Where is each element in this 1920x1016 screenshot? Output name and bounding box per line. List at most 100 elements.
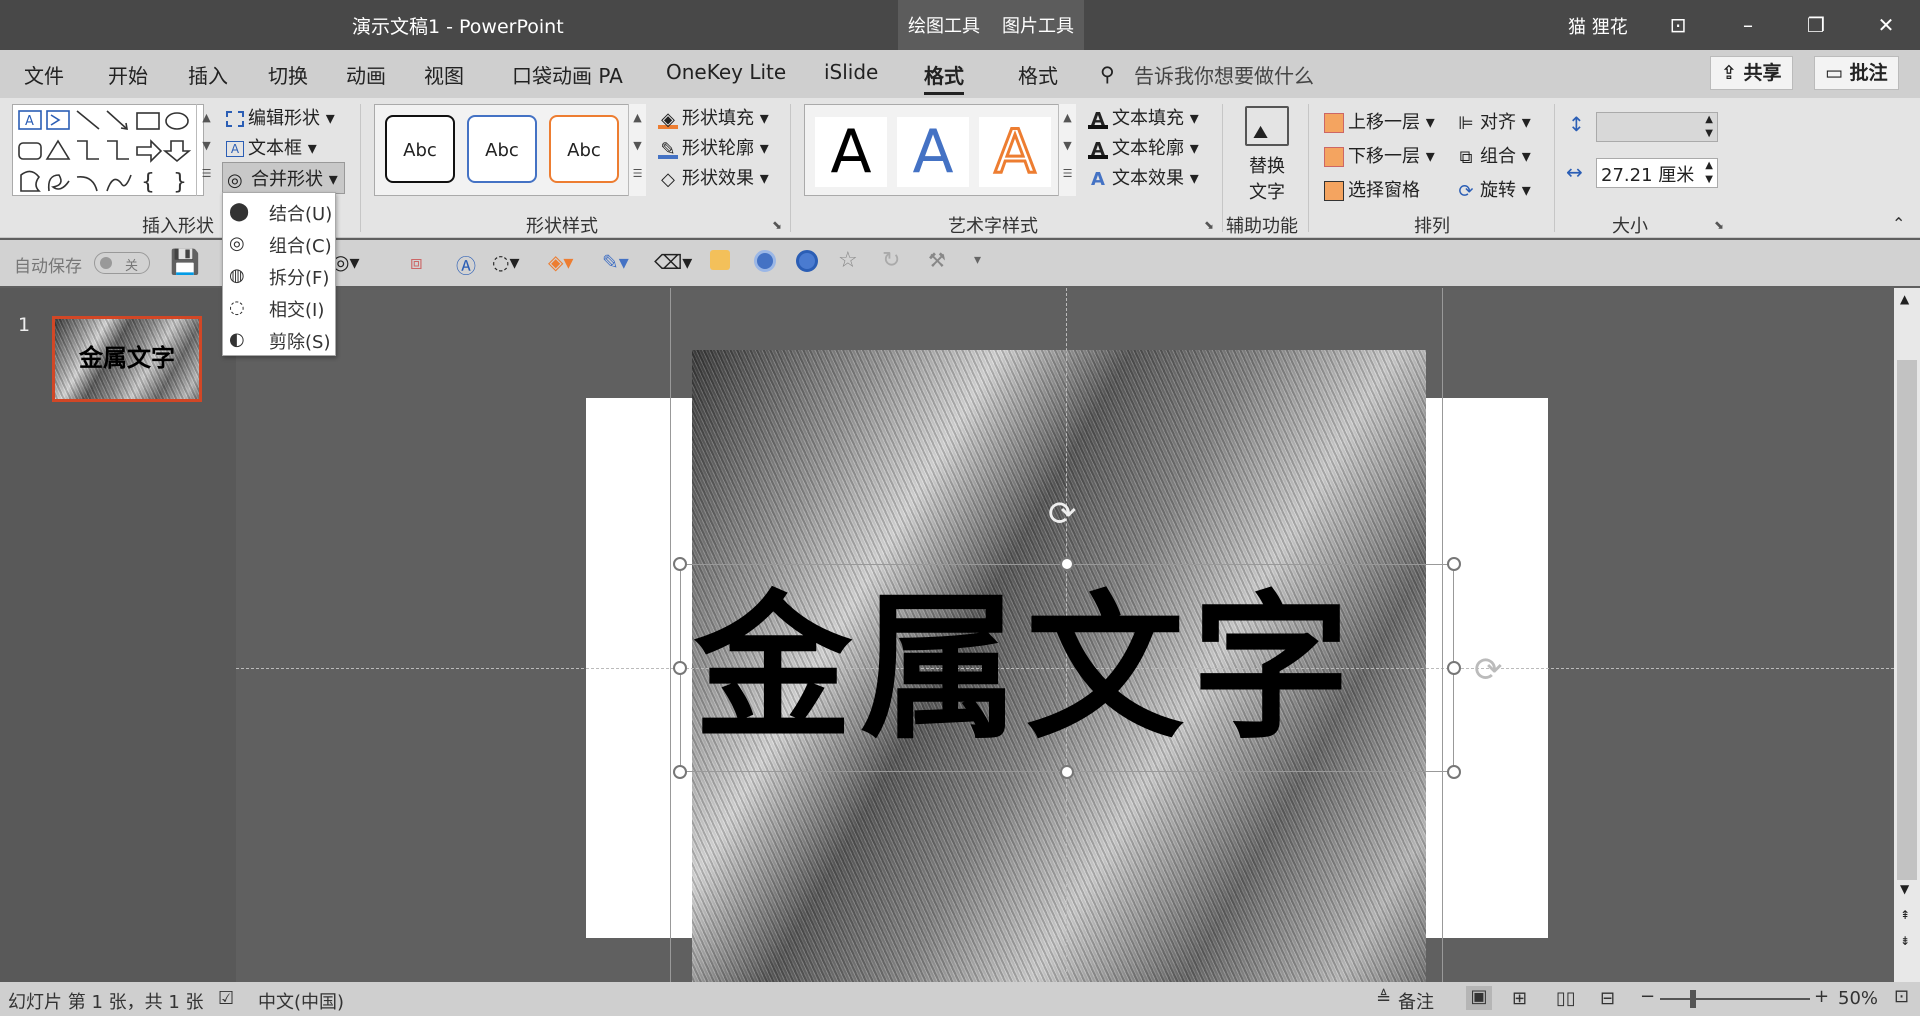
- reading-view-icon[interactable]: ▯▯: [1556, 988, 1576, 1009]
- width-field[interactable]: 27.21 厘米 ▲ ▼: [1596, 158, 1718, 188]
- menu-item-subtract[interactable]: ◐ 剪除(S): [223, 323, 335, 355]
- scroll-up-icon[interactable]: ▲: [1900, 292, 1909, 306]
- language-indicator[interactable]: 中文(中国): [258, 988, 344, 1014]
- rotate-button[interactable]: ⟳ 旋转 ▾: [1456, 176, 1530, 202]
- previous-slide-icon[interactable]: ⇞: [1900, 908, 1910, 922]
- next-slide-icon[interactable]: ⇟: [1900, 934, 1910, 948]
- outline-qat-icon[interactable]: ✎▾: [602, 250, 629, 274]
- size-launcher-icon[interactable]: ⬊: [1714, 218, 1724, 232]
- zoom-out-icon[interactable]: −: [1640, 986, 1655, 1007]
- shape-qat-icon[interactable]: ◌▾: [492, 250, 520, 274]
- menu-item-union[interactable]: ⬤ 结合(U): [223, 195, 335, 227]
- edit-shape-button[interactable]: 编辑形状 ▾: [226, 104, 335, 130]
- resize-handle[interactable]: [1447, 661, 1461, 675]
- width-spinner[interactable]: ▲ ▼: [1705, 159, 1713, 187]
- tab-onekey-lite[interactable]: OneKey Lite: [666, 60, 786, 84]
- minimize-icon[interactable]: –: [1728, 8, 1768, 42]
- search-icon[interactable]: ⚲: [1100, 62, 1115, 86]
- textbox-qat-icon[interactable]: Ⓐ: [456, 250, 476, 279]
- slide-sorter-icon[interactable]: ⊞: [1512, 988, 1527, 1009]
- color-swatch-icon[interactable]: [710, 250, 730, 270]
- tab-format-drawing[interactable]: 格式: [924, 60, 964, 95]
- fill-qat-icon[interactable]: ◈▾: [548, 250, 573, 274]
- ribbon-display-options-icon[interactable]: ⊡: [1658, 8, 1698, 42]
- height-spinner[interactable]: ▲ ▼: [1705, 113, 1713, 141]
- shape-styles-gallery[interactable]: Abc Abc Abc: [374, 104, 636, 196]
- slide-thumbnail[interactable]: 金属文字: [52, 316, 202, 402]
- align-button[interactable]: ⊫ 对齐 ▾: [1456, 108, 1531, 134]
- collapse-ribbon-icon[interactable]: ⌃: [1892, 214, 1905, 233]
- zoom-slider[interactable]: [1660, 998, 1810, 1000]
- format-painter-icon[interactable]: ⚒: [928, 248, 946, 272]
- tab-animations[interactable]: 动画: [346, 60, 386, 89]
- user-name[interactable]: 猫 狸花: [1568, 13, 1628, 39]
- alt-text-button[interactable]: ⛰ 替换 文字: [1238, 106, 1296, 206]
- scroll-thumb[interactable]: [1897, 360, 1917, 880]
- resize-handle[interactable]: [673, 557, 687, 571]
- shape-style-black[interactable]: Abc: [385, 115, 455, 183]
- send-backward-button[interactable]: 下移一层 ▾: [1324, 142, 1435, 168]
- share-button[interactable]: ⇪ 共享: [1710, 56, 1793, 90]
- comment-button[interactable]: ▭ 批注: [1814, 56, 1899, 90]
- star-icon[interactable]: ☆: [838, 248, 858, 273]
- scroll-down-icon[interactable]: ▼: [1900, 882, 1909, 896]
- tab-home[interactable]: 开始: [108, 60, 148, 89]
- menu-item-combine[interactable]: ◎ 组合(C): [223, 227, 335, 259]
- shape-style-blue[interactable]: Abc: [467, 115, 537, 183]
- zoom-slider-thumb[interactable]: [1690, 990, 1696, 1008]
- resize-handle[interactable]: [673, 765, 687, 779]
- save-icon[interactable]: 💾: [170, 248, 200, 276]
- tell-me-search[interactable]: 告诉我你想要做什么: [1134, 60, 1314, 89]
- wordart-style-orange-outline[interactable]: A: [979, 116, 1051, 189]
- group-button[interactable]: ⧉ 组合 ▾: [1456, 142, 1531, 168]
- resize-handle[interactable]: [1060, 557, 1074, 571]
- tab-format-picture[interactable]: 格式: [1018, 60, 1058, 89]
- notes-button[interactable]: 备注: [1398, 988, 1434, 1014]
- menu-item-fragment[interactable]: ◍ 拆分(F): [223, 259, 335, 291]
- rotate-handle-icon[interactable]: ⟳: [1048, 494, 1077, 534]
- restore-icon[interactable]: ❐: [1796, 8, 1836, 42]
- zoom-in-icon[interactable]: +: [1814, 986, 1829, 1007]
- normal-view-icon[interactable]: ▣: [1466, 986, 1492, 1010]
- resize-handle[interactable]: [1447, 557, 1461, 571]
- spelling-check-icon[interactable]: ☑: [218, 988, 234, 1009]
- tab-view[interactable]: 视图: [424, 60, 464, 89]
- zoom-level[interactable]: 50%: [1838, 988, 1878, 1009]
- circle-blue-icon[interactable]: [754, 250, 776, 272]
- slideshow-icon[interactable]: ⊟: [1600, 988, 1615, 1009]
- tab-pocket-animation[interactable]: 口袋动画 PA: [512, 60, 623, 89]
- text-outline-button[interactable]: A 文本轮廓 ▾: [1088, 134, 1199, 160]
- resize-handle[interactable]: [673, 661, 687, 675]
- picture-rotate-handle-icon[interactable]: ⟳: [1474, 650, 1503, 690]
- shape-effect-button[interactable]: ◇ 形状效果 ▾: [658, 164, 769, 190]
- wordart-launcher-icon[interactable]: ⬊: [1204, 218, 1214, 232]
- tab-islide[interactable]: iSlide: [824, 60, 878, 84]
- merge-shapes-button[interactable]: ◎ 合并形状 ▾: [222, 162, 345, 194]
- shape-fill-button[interactable]: ◈ 形状填充 ▾: [658, 104, 769, 130]
- tab-transitions[interactable]: 切换: [268, 60, 308, 89]
- autosave-toggle[interactable]: 关: [94, 252, 150, 274]
- text-effect-button[interactable]: A 文本效果 ▾: [1088, 164, 1199, 190]
- menu-item-intersect[interactable]: ◌ 相交(I): [223, 291, 335, 323]
- wordart-scroll[interactable]: ▲ ▼ ☰: [1058, 104, 1076, 196]
- vertical-scrollbar[interactable]: ▲ ▼ ⇞ ⇟: [1894, 288, 1920, 982]
- shapes-gallery[interactable]: A { }: [12, 104, 204, 196]
- fit-to-window-icon[interactable]: ⊡: [1894, 986, 1909, 1007]
- shape-styles-scroll[interactable]: ▲ ▼ ☰: [628, 104, 646, 196]
- height-field[interactable]: ▲ ▼: [1596, 112, 1718, 142]
- resize-handle[interactable]: [1447, 765, 1461, 779]
- tab-file[interactable]: 文件: [24, 60, 64, 89]
- wordart-style-black[interactable]: A: [815, 117, 887, 187]
- tab-insert[interactable]: 插入: [188, 60, 228, 89]
- textbox-button[interactable]: A 文本框 ▾: [226, 134, 317, 160]
- bring-forward-button[interactable]: 上移一层 ▾: [1324, 108, 1435, 134]
- selection-pane-button[interactable]: 选择窗格: [1324, 176, 1420, 202]
- shapes-gallery-scroll[interactable]: ▲ ▼ ☰: [196, 104, 216, 196]
- shape-outline-button[interactable]: ✎ 形状轮廓 ▾: [658, 134, 769, 160]
- resize-handle[interactable]: [1060, 765, 1074, 779]
- customize-qat-icon[interactable]: ▾: [974, 252, 981, 268]
- circle-blue-outline-icon[interactable]: [796, 250, 818, 272]
- text-fill-button[interactable]: A 文本填充 ▾: [1088, 104, 1199, 130]
- picture-icon[interactable]: ⧈: [410, 250, 423, 274]
- eraser-icon[interactable]: ⌫▾: [654, 250, 692, 274]
